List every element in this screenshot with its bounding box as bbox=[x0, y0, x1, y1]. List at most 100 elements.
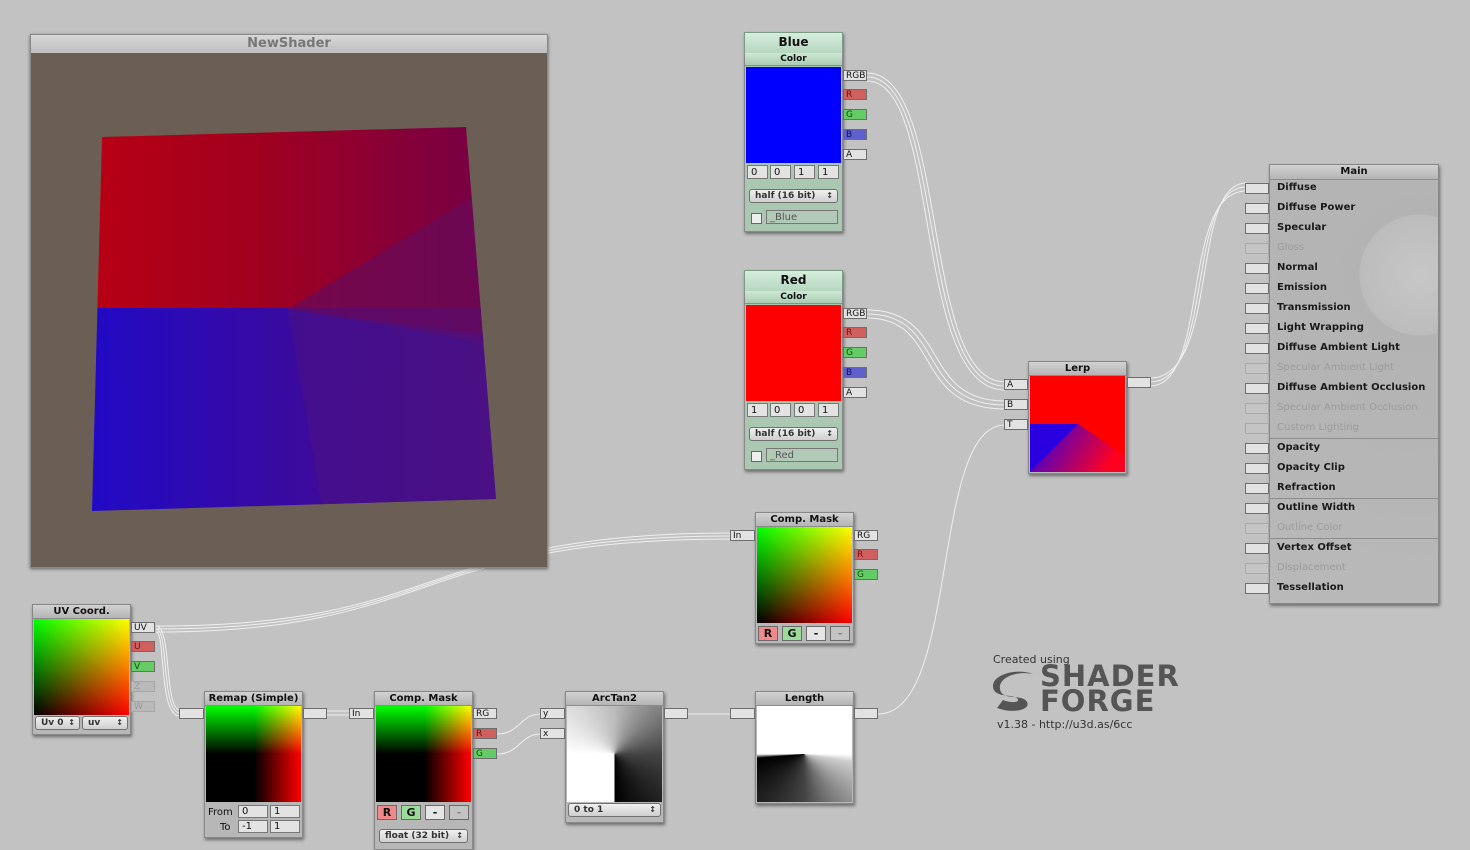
comp-mask-top-g-output[interactable]: G bbox=[854, 569, 878, 580]
main-input-port[interactable] bbox=[1245, 223, 1269, 234]
main-input-port[interactable] bbox=[1245, 203, 1269, 214]
main-input-port[interactable] bbox=[1245, 443, 1269, 454]
b-value[interactable]: 0 bbox=[794, 403, 815, 417]
uv-mode-dropdown[interactable]: uv bbox=[82, 716, 128, 730]
lerp-node[interactable]: Lerp bbox=[1028, 361, 1127, 474]
u-output[interactable]: U bbox=[131, 641, 155, 652]
mask-b-button[interactable]: - bbox=[806, 626, 826, 641]
arctan2-node[interactable]: ArcTan2 0 to 1 bbox=[565, 691, 664, 823]
component-mask-node-top[interactable]: Comp. Mask R G - - bbox=[755, 512, 854, 644]
main-input-label: Vertex Offset bbox=[1277, 542, 1352, 553]
blue-g-output[interactable]: G bbox=[843, 109, 867, 120]
mask-r-button[interactable]: R bbox=[377, 805, 397, 820]
r-value[interactable]: 0 bbox=[747, 165, 768, 179]
blue-r-output[interactable]: R bbox=[843, 89, 867, 100]
g-value[interactable]: 0 bbox=[770, 165, 791, 179]
blue-color-node[interactable]: Blue Color 0 0 1 1 half (16 bit) _Blue bbox=[744, 32, 843, 232]
lerp-t-input[interactable]: T bbox=[1004, 419, 1028, 430]
length-input[interactable] bbox=[730, 708, 755, 719]
main-input-port[interactable] bbox=[1245, 503, 1269, 514]
red-g-output[interactable]: G bbox=[843, 347, 867, 358]
arctan-x-input[interactable]: x bbox=[540, 728, 565, 739]
main-input-port[interactable] bbox=[1245, 303, 1269, 314]
comp-mask-top-rg-output[interactable]: RG bbox=[854, 530, 878, 541]
red-b-output[interactable]: B bbox=[843, 367, 867, 378]
comp-mask-bottom-rg-output[interactable]: RG bbox=[473, 708, 497, 719]
remap-output[interactable] bbox=[303, 708, 327, 719]
red-color-node[interactable]: Red Color 1 0 0 1 half (16 bit) _Red bbox=[744, 270, 843, 470]
section-divider bbox=[1270, 498, 1438, 499]
preview-render[interactable] bbox=[32, 53, 546, 565]
from-min-field[interactable]: 0 bbox=[238, 805, 268, 818]
main-input-port[interactable] bbox=[1245, 183, 1269, 194]
color-swatch[interactable] bbox=[746, 67, 841, 163]
main-input-port[interactable] bbox=[1245, 463, 1269, 474]
arctan-y-input[interactable]: y bbox=[540, 708, 565, 719]
precision-dropdown[interactable]: half (16 bit) bbox=[749, 189, 838, 203]
red-rgb-output[interactable]: RGB bbox=[843, 308, 867, 319]
mask-g-button[interactable]: G bbox=[782, 626, 802, 641]
mask-a-button[interactable]: - bbox=[830, 626, 850, 641]
lerp-b-input[interactable]: B bbox=[1004, 399, 1028, 410]
v-output[interactable]: V bbox=[131, 661, 155, 672]
main-input-port[interactable] bbox=[1245, 323, 1269, 334]
node-title: ArcTan2 bbox=[566, 692, 663, 706]
arctan-mode-dropdown[interactable]: 0 to 1 bbox=[568, 803, 661, 817]
to-min-field[interactable]: -1 bbox=[238, 820, 268, 833]
a-value[interactable]: 1 bbox=[818, 165, 839, 179]
red-a-output[interactable]: A bbox=[843, 387, 867, 398]
shader-preview-window[interactable]: NewShader bbox=[30, 34, 548, 568]
main-input-port[interactable] bbox=[1245, 263, 1269, 274]
comp-mask-top-r-output[interactable]: R bbox=[854, 549, 878, 560]
node-title: Main bbox=[1270, 165, 1438, 180]
blue-rgb-output[interactable]: RGB bbox=[843, 70, 867, 81]
main-input-port[interactable] bbox=[1245, 483, 1269, 494]
property-checkbox[interactable] bbox=[751, 213, 762, 224]
mask-b-button[interactable]: - bbox=[425, 805, 445, 820]
main-input-port[interactable] bbox=[1245, 543, 1269, 554]
color-swatch[interactable] bbox=[746, 305, 841, 401]
property-name-field[interactable]: _Blue bbox=[766, 210, 838, 224]
main-input-label: Transmission bbox=[1277, 302, 1351, 313]
mask-a-button[interactable]: - bbox=[449, 805, 469, 820]
main-input-port[interactable] bbox=[1245, 283, 1269, 294]
length-output[interactable] bbox=[854, 708, 878, 719]
mask-g-button[interactable]: G bbox=[401, 805, 421, 820]
blue-b-output[interactable]: B bbox=[843, 129, 867, 140]
remap-input[interactable] bbox=[179, 708, 204, 719]
precision-dropdown[interactable]: float (32 bit) bbox=[379, 829, 468, 843]
uv-coord-node[interactable]: UV Coord. Uv 0 uv bbox=[32, 604, 131, 735]
lerp-a-input[interactable]: A bbox=[1004, 379, 1028, 390]
lerp-output[interactable] bbox=[1127, 377, 1151, 388]
g-value[interactable]: 0 bbox=[770, 403, 791, 417]
main-input-label: Opacity bbox=[1277, 442, 1321, 453]
component-mask-node-bottom[interactable]: Comp. Mask R G - - float (32 bit) bbox=[374, 691, 473, 850]
comp-mask-top-in[interactable]: In bbox=[730, 530, 755, 541]
main-output-node[interactable]: Main Diffuse Diffuse Power Specular Gloss No… bbox=[1245, 164, 1439, 604]
uv-channel-dropdown[interactable]: Uv 0 bbox=[35, 716, 80, 730]
arctan-output[interactable] bbox=[664, 708, 688, 719]
mask-r-button[interactable]: R bbox=[758, 626, 778, 641]
node-title[interactable]: Red bbox=[744, 270, 843, 292]
node-title[interactable]: Blue bbox=[744, 32, 843, 54]
length-node[interactable]: Length bbox=[755, 691, 854, 804]
main-input-port[interactable] bbox=[1245, 583, 1269, 594]
comp-mask-bottom-r-output[interactable]: R bbox=[473, 728, 497, 739]
b-value[interactable]: 1 bbox=[794, 165, 815, 179]
red-r-output[interactable]: R bbox=[843, 327, 867, 338]
remap-simple-node[interactable]: Remap (Simple) From 0 1 To -1 1 bbox=[204, 691, 303, 838]
property-checkbox[interactable] bbox=[751, 451, 762, 462]
node-title: Remap (Simple) bbox=[205, 692, 302, 706]
main-input-port[interactable] bbox=[1245, 383, 1269, 394]
to-max-field[interactable]: 1 bbox=[270, 820, 300, 833]
from-max-field[interactable]: 1 bbox=[270, 805, 300, 818]
r-value[interactable]: 1 bbox=[747, 403, 768, 417]
uv-output[interactable]: UV bbox=[131, 622, 155, 633]
a-value[interactable]: 1 bbox=[818, 403, 839, 417]
precision-dropdown[interactable]: half (16 bit) bbox=[749, 427, 838, 441]
comp-mask-bottom-in[interactable]: In bbox=[349, 708, 374, 719]
comp-mask-bottom-g-output[interactable]: G bbox=[473, 748, 497, 759]
main-input-port[interactable] bbox=[1245, 343, 1269, 354]
blue-a-output[interactable]: A bbox=[843, 149, 867, 160]
property-name-field[interactable]: _Red bbox=[766, 448, 838, 462]
